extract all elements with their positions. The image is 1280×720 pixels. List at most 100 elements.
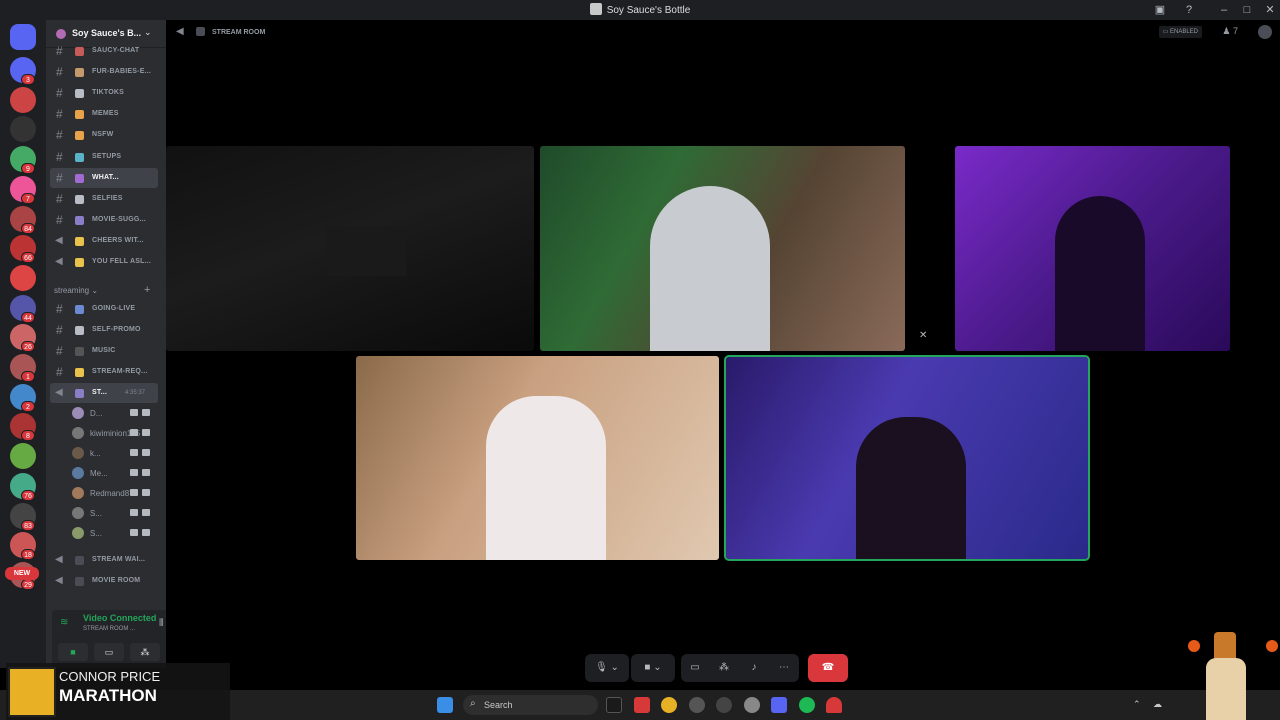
title-bar: Soy Sauce's Bottle ▣ ? – □ ✕ [0, 0, 1280, 20]
muted-icon: ✕ [919, 330, 928, 341]
video-tile-purple[interactable] [955, 146, 1230, 351]
new-unreads-pill[interactable]: NEW [5, 567, 39, 580]
spotify-icon[interactable] [799, 697, 815, 713]
signal-icon[interactable]: ≋ [60, 617, 68, 628]
server-icon[interactable] [10, 86, 36, 113]
terminal-icon[interactable] [606, 697, 622, 713]
channel-item[interactable]: # STREAM-REQ... [50, 362, 158, 382]
channel-item[interactable]: ◀ ST... 4:35:37 [50, 383, 158, 403]
app-icon[interactable] [689, 697, 705, 713]
more-icon[interactable]: ⋯ [775, 654, 793, 682]
channel-label: SETUPS [92, 152, 122, 160]
video-tile-speaking[interactable] [724, 355, 1090, 561]
speaker-icon: ◀ [55, 387, 63, 398]
discord-home-icon[interactable] [10, 24, 36, 50]
channel-item[interactable]: # FUR-BABIES-E... [50, 62, 158, 82]
app-logo-icon [589, 3, 602, 15]
category-streaming[interactable]: streaming ⌄ [54, 286, 98, 295]
channel-item[interactable]: # WHAT... [50, 167, 158, 188]
app-icon[interactable] [744, 697, 760, 713]
add-channel-icon[interactable]: + [144, 284, 150, 296]
voice-user[interactable]: Me... [72, 464, 158, 482]
channel-item[interactable]: ◀ YOU FELL ASL... [50, 252, 158, 272]
speaker-icon: ◀ [55, 234, 63, 246]
cloud-icon[interactable]: ☁ [1153, 699, 1162, 710]
voice-status[interactable]: Video Connected [83, 613, 156, 623]
channel-item[interactable]: # TIKTOKS [50, 83, 158, 103]
voice-user[interactable]: D... [72, 404, 158, 422]
video-tile-dark[interactable] [166, 146, 534, 351]
soundboard-icon[interactable]: ♪ [745, 654, 763, 682]
close-button[interactable]: ✕ [1262, 2, 1278, 18]
channel-emoji-icon [75, 152, 84, 162]
stream-status-icon [142, 409, 150, 416]
server-icon[interactable] [10, 116, 36, 143]
stream-status-icon [142, 489, 150, 496]
microphone-button[interactable]: 🎙 ⌄ [585, 654, 629, 682]
stage-channel-name: STREAM ROOM [212, 29, 266, 36]
noise-suppression-icon[interactable]: ⦀ [159, 618, 163, 629]
channel-emoji-icon [196, 27, 205, 36]
voice-user[interactable]: Redmand87 [72, 484, 158, 502]
obs-icon[interactable] [634, 697, 650, 713]
channel-item[interactable]: # SAUCY-CHAT [50, 41, 158, 61]
mention-badge: 66 [21, 252, 35, 264]
channel-emoji-icon [75, 68, 84, 78]
channel-item[interactable]: # SELFIES [50, 189, 158, 209]
maximize-button[interactable]: □ [1239, 2, 1255, 18]
stream-status-icon [142, 429, 150, 436]
video-tile-captain[interactable] [356, 356, 719, 560]
mention-badge: 44 [21, 311, 35, 323]
channel-emoji-icon [75, 236, 84, 246]
channel-item[interactable]: # MOVIE-SUGG... [50, 210, 158, 230]
voice-channel-link[interactable]: STREAM ROOM ... [83, 626, 135, 632]
stream-status-icon [130, 489, 138, 496]
app-icon[interactable] [716, 697, 732, 713]
hash-icon: # [56, 212, 63, 227]
channel-emoji-icon [75, 173, 84, 183]
mention-badge: 8 [21, 430, 35, 442]
minimize-button[interactable]: – [1216, 2, 1232, 18]
channel-emoji-icon [75, 110, 84, 120]
camera-toggle-button[interactable]: ■ ⌄ [631, 654, 675, 682]
help-icon[interactable]: ? [1181, 2, 1197, 18]
server-name: Soy Sauce's B... [72, 28, 142, 38]
channel-item[interactable]: # NSFW [50, 125, 158, 145]
server-icon[interactable] [10, 443, 36, 470]
stream-status-icon [130, 509, 138, 516]
inbox-icon[interactable]: ▣ [1152, 2, 1168, 18]
chat-icon[interactable] [1258, 25, 1272, 39]
server-icon[interactable] [10, 264, 36, 291]
hash-icon: # [56, 344, 63, 358]
voice-user[interactable]: kiwiminion145 [72, 424, 158, 442]
mention-badge: 29 [21, 578, 35, 590]
tray-chevron-icon[interactable]: ⌃ [1133, 699, 1141, 710]
pin-app-icon[interactable] [826, 697, 842, 713]
channel-item[interactable]: # MEMES [50, 104, 158, 124]
channel-item[interactable]: # SETUPS [50, 147, 158, 167]
channel-item[interactable]: ◀ MOVIE ROOM [50, 571, 158, 591]
channel-item[interactable]: ◀ CHEERS WIT... [50, 231, 158, 251]
avatar [72, 447, 84, 459]
voice-user[interactable]: S... [72, 504, 158, 522]
windows-start-icon[interactable] [437, 697, 453, 713]
leave-call-button[interactable]: ☎ [808, 654, 848, 682]
video-tile-bunny[interactable] [540, 146, 905, 351]
voice-user[interactable]: k... [72, 444, 158, 462]
overlay-line2: MARATHON [59, 686, 157, 705]
channel-item[interactable]: # GOING-LIVE [50, 299, 158, 319]
avatar [72, 507, 84, 519]
channel-item[interactable]: # SELF-PROMO [50, 320, 158, 340]
user-name: D... [90, 409, 103, 418]
channel-item[interactable]: # MUSIC [50, 341, 158, 361]
hash-icon: # [56, 302, 63, 316]
activities-icon[interactable]: ⁂ [715, 654, 733, 682]
discord-taskbar-icon[interactable] [771, 697, 787, 713]
person-silhouette [486, 396, 606, 560]
taskbar-search[interactable]: ⌕ Search [463, 695, 598, 715]
member-count[interactable]: ♟ 7 [1222, 26, 1238, 37]
screen-share-icon[interactable]: ▭ [686, 654, 704, 682]
voice-user[interactable]: S... [72, 524, 158, 542]
chrome-icon[interactable] [661, 697, 677, 713]
channel-item[interactable]: ◀ STREAM WAI... [50, 550, 158, 570]
